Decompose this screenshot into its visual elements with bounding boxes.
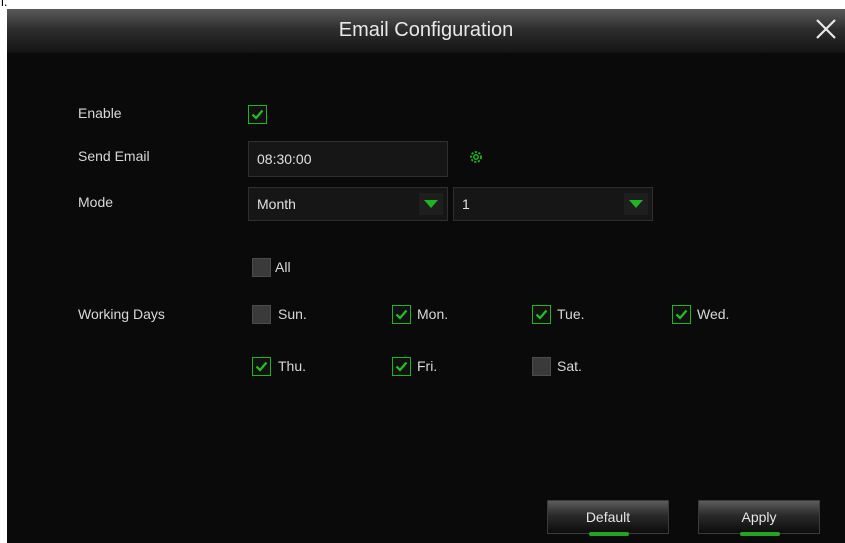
day-label-mon: Mon. xyxy=(417,306,449,322)
day-checkbox-tue[interactable] xyxy=(532,305,551,324)
apply-button-label: Apply xyxy=(741,509,777,525)
day-checkbox-sun[interactable] xyxy=(252,305,271,324)
title-bar: Email Configuration xyxy=(7,9,845,53)
chevron-down-icon xyxy=(624,193,648,215)
day-checkbox-sat[interactable] xyxy=(532,357,551,376)
mode-day-select-value: 1 xyxy=(462,196,470,212)
all-days-label: All xyxy=(275,259,291,275)
enable-label: Enable xyxy=(78,105,122,121)
day-checkbox-thu[interactable] xyxy=(252,357,271,376)
day-checkbox-wed[interactable] xyxy=(672,305,691,324)
email-configuration-dialog: Email Configuration Enable Send Email Mo… xyxy=(7,9,845,543)
day-label-thu: Thu. xyxy=(278,358,307,374)
close-icon[interactable] xyxy=(813,16,839,42)
day-label-tue: Tue. xyxy=(557,306,585,322)
day-label-sun: Sun. xyxy=(278,306,307,322)
corner-text: l. xyxy=(1,0,8,9)
gear-icon[interactable] xyxy=(468,149,484,165)
day-checkbox-fri[interactable] xyxy=(392,357,411,376)
chevron-down-icon xyxy=(419,193,443,215)
working-days-label: Working Days xyxy=(78,306,165,322)
default-button-label: Default xyxy=(585,509,631,525)
day-checkbox-mon[interactable] xyxy=(392,305,411,324)
day-label-sat: Sat. xyxy=(557,358,582,374)
mode-select[interactable]: Month xyxy=(248,187,448,221)
enable-checkbox[interactable] xyxy=(248,105,267,124)
dialog-title: Email Configuration xyxy=(338,19,514,41)
mode-label: Mode xyxy=(78,194,114,210)
all-days-checkbox[interactable] xyxy=(252,258,271,277)
send-email-label: Send Email xyxy=(78,148,150,164)
mode-select-value: Month xyxy=(257,196,296,212)
send-email-time-input[interactable] xyxy=(248,141,448,177)
mode-day-select[interactable]: 1 xyxy=(453,187,653,221)
day-label-fri: Fri. xyxy=(417,358,438,374)
apply-button[interactable]: Apply xyxy=(698,500,820,536)
default-button[interactable]: Default xyxy=(547,500,669,536)
day-label-wed: Wed. xyxy=(697,306,730,322)
